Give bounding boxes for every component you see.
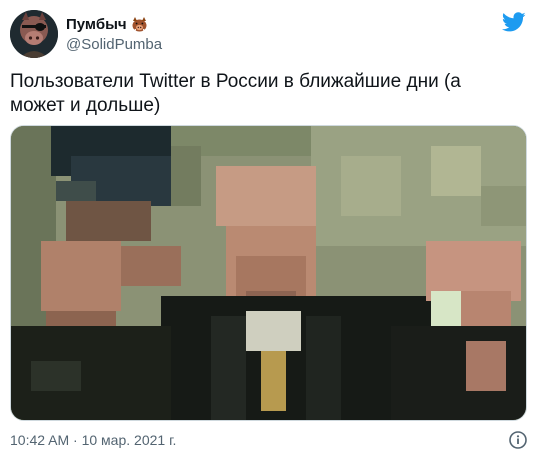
tweet-header: Пумбыч @SolidPumba [10, 8, 530, 60]
author-handle[interactable]: @SolidPumba [66, 36, 162, 53]
display-name-row: Пумбыч [66, 14, 162, 34]
info-icon[interactable] [508, 430, 528, 450]
tweet-footer: 10:42 AM · 10 мар. 2021 г. [10, 430, 530, 452]
tweet-timestamp[interactable]: 10:42 AM · 10 мар. 2021 г. [10, 432, 176, 448]
tweet-media-image[interactable] [10, 125, 527, 421]
twitter-logo-icon[interactable] [501, 10, 526, 34]
boar-emoji-icon [131, 16, 148, 33]
display-name[interactable]: Пумбыч [66, 16, 127, 33]
author-names: Пумбыч @SolidPumba [66, 14, 162, 54]
tweet-text: Пользователи Twitter в России в ближайши… [10, 71, 461, 116]
tweet-card: Пумбыч @SolidPumba Пользователи Twitter … [0, 0, 540, 462]
avatar[interactable] [10, 10, 58, 58]
